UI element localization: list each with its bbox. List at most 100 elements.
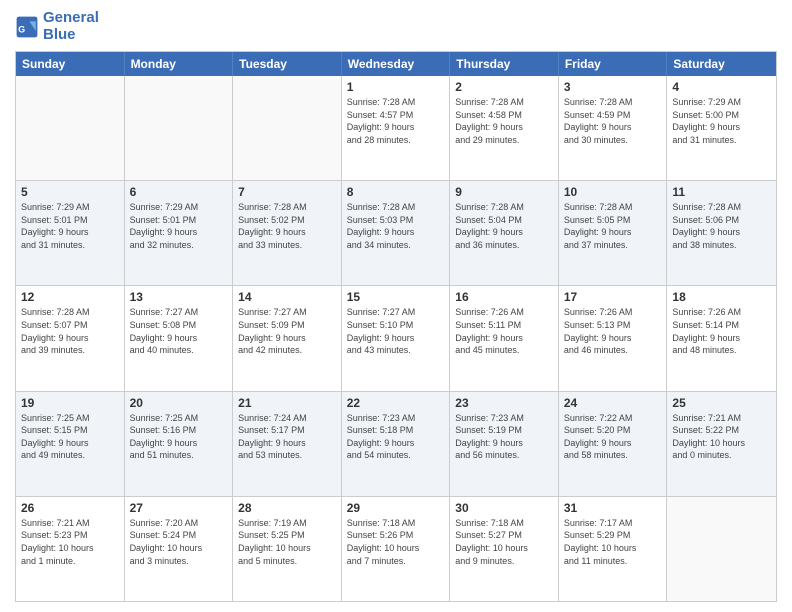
day-cell-24: 24Sunrise: 7:22 AM Sunset: 5:20 PM Dayli… <box>559 392 668 496</box>
day-header-tuesday: Tuesday <box>233 52 342 76</box>
day-cell-2: 2 Sunrise: 7:28 AM Sunset: 4:58 PM Daylig… <box>450 76 559 180</box>
day-cell-7: 7 Sunrise: 7:28 AM Sunset: 5:02 PM Daylig… <box>233 181 342 285</box>
day-cell-4: 4 Sunrise: 7:29 AM Sunset: 5:00 PM Daylig… <box>667 76 776 180</box>
day-cell-29: 29 Sunrise: 7:18 AM Sunset: 5:26 PM Dayli… <box>342 497 451 601</box>
day-info: Sunrise: 7:27 AM Sunset: 5:09 PM Dayligh… <box>238 306 336 356</box>
day-info: Sunrise: 7:26 AM Sunset: 5:14 PM Dayligh… <box>672 306 771 356</box>
day-info: Sunrise: 7:25 AM Sunset: 5:16 PM Dayligh… <box>130 412 228 462</box>
day-info: Sunrise: 7:21 AM Sunset: 5:22 PM Dayligh… <box>672 412 771 462</box>
day-number: 25 <box>672 396 771 410</box>
calendar-body: 1 Sunrise: 7:28 AM Sunset: 4:57 PM Daylig… <box>16 76 776 601</box>
day-number: 14 <box>238 290 336 304</box>
day-number: 29 <box>347 501 445 515</box>
day-number: 10 <box>564 185 662 199</box>
day-number: 26 <box>21 501 119 515</box>
day-cell-8: 8Sunrise: 7:28 AM Sunset: 5:03 PM Daylig… <box>342 181 451 285</box>
day-number: 4 <box>672 80 771 94</box>
week-row-3: 12 Sunrise: 7:28 AM Sunset: 5:07 PM Dayli… <box>16 285 776 390</box>
day-number: 18 <box>672 290 771 304</box>
day-number: 11 <box>672 185 771 199</box>
week-row-2: 5 Sunrise: 7:29 AM Sunset: 5:01 PM Daylig… <box>16 180 776 285</box>
day-cell-3: 3 Sunrise: 7:28 AM Sunset: 4:59 PM Daylig… <box>559 76 668 180</box>
day-header-thursday: Thursday <box>450 52 559 76</box>
day-number: 3 <box>564 80 662 94</box>
day-info: Sunrise: 7:25 AM Sunset: 5:15 PM Dayligh… <box>21 412 119 462</box>
day-cell-23: 23 Sunrise: 7:23 AM Sunset: 5:19 PM Dayli… <box>450 392 559 496</box>
day-cell-1: 1 Sunrise: 7:28 AM Sunset: 4:57 PM Daylig… <box>342 76 451 180</box>
day-number: 12 <box>21 290 119 304</box>
day-number: 23 <box>455 396 553 410</box>
day-info: Sunrise: 7:21 AM Sunset: 5:23 PM Dayligh… <box>21 517 119 567</box>
svg-text:G: G <box>18 24 25 34</box>
day-info: Sunrise: 7:24 AM Sunset: 5:17 PM Dayligh… <box>238 412 336 462</box>
day-info: Sunrise: 7:26 AM Sunset: 5:11 PM Dayligh… <box>455 306 553 356</box>
day-info: Sunrise: 7:28 AM Sunset: 5:04 PM Dayligh… <box>455 201 553 251</box>
header: G General Blue <box>15 10 777 43</box>
day-info: Sunrise: 7:23 AM Sunset: 5:19 PM Dayligh… <box>455 412 553 462</box>
calendar: SundayMondayTuesdayWednesdayThursdayFrid… <box>15 51 777 602</box>
day-info: Sunrise: 7:28 AM Sunset: 5:06 PM Dayligh… <box>672 201 771 251</box>
day-number: 21 <box>238 396 336 410</box>
day-header-saturday: Saturday <box>667 52 776 76</box>
day-cell-empty <box>16 76 125 180</box>
day-number: 16 <box>455 290 553 304</box>
day-cell-9: 9Sunrise: 7:28 AM Sunset: 5:04 PM Daylig… <box>450 181 559 285</box>
logo: G General Blue <box>15 10 99 43</box>
day-info: Sunrise: 7:19 AM Sunset: 5:25 PM Dayligh… <box>238 517 336 567</box>
day-info: Sunrise: 7:29 AM Sunset: 5:01 PM Dayligh… <box>21 201 119 251</box>
day-info: Sunrise: 7:28 AM Sunset: 4:57 PM Dayligh… <box>347 96 445 146</box>
day-cell-26: 26 Sunrise: 7:21 AM Sunset: 5:23 PM Dayli… <box>16 497 125 601</box>
day-cell-11: 11 Sunrise: 7:28 AM Sunset: 5:06 PM Dayli… <box>667 181 776 285</box>
day-headers: SundayMondayTuesdayWednesdayThursdayFrid… <box>16 52 776 76</box>
day-cell-20: 20Sunrise: 7:25 AM Sunset: 5:16 PM Dayli… <box>125 392 234 496</box>
day-cell-empty <box>125 76 234 180</box>
day-cell-28: 28Sunrise: 7:19 AM Sunset: 5:25 PM Dayli… <box>233 497 342 601</box>
day-cell-31: 31Sunrise: 7:17 AM Sunset: 5:29 PM Dayli… <box>559 497 668 601</box>
day-cell-empty <box>233 76 342 180</box>
day-info: Sunrise: 7:28 AM Sunset: 4:59 PM Dayligh… <box>564 96 662 146</box>
day-number: 24 <box>564 396 662 410</box>
day-cell-empty <box>667 497 776 601</box>
day-cell-18: 18 Sunrise: 7:26 AM Sunset: 5:14 PM Dayli… <box>667 286 776 390</box>
day-cell-22: 22Sunrise: 7:23 AM Sunset: 5:18 PM Dayli… <box>342 392 451 496</box>
day-info: Sunrise: 7:26 AM Sunset: 5:13 PM Dayligh… <box>564 306 662 356</box>
day-cell-27: 27Sunrise: 7:20 AM Sunset: 5:24 PM Dayli… <box>125 497 234 601</box>
logo-icon: G <box>15 15 39 39</box>
day-cell-16: 16 Sunrise: 7:26 AM Sunset: 5:11 PM Dayli… <box>450 286 559 390</box>
day-info: Sunrise: 7:18 AM Sunset: 5:26 PM Dayligh… <box>347 517 445 567</box>
day-cell-6: 6Sunrise: 7:29 AM Sunset: 5:01 PM Daylig… <box>125 181 234 285</box>
day-header-wednesday: Wednesday <box>342 52 451 76</box>
day-header-friday: Friday <box>559 52 668 76</box>
day-number: 30 <box>455 501 553 515</box>
day-info: Sunrise: 7:18 AM Sunset: 5:27 PM Dayligh… <box>455 517 553 567</box>
week-row-5: 26 Sunrise: 7:21 AM Sunset: 5:23 PM Dayli… <box>16 496 776 601</box>
day-number: 1 <box>347 80 445 94</box>
day-info: Sunrise: 7:28 AM Sunset: 5:07 PM Dayligh… <box>21 306 119 356</box>
day-cell-13: 13Sunrise: 7:27 AM Sunset: 5:08 PM Dayli… <box>125 286 234 390</box>
day-info: Sunrise: 7:29 AM Sunset: 5:00 PM Dayligh… <box>672 96 771 146</box>
day-info: Sunrise: 7:17 AM Sunset: 5:29 PM Dayligh… <box>564 517 662 567</box>
week-row-1: 1 Sunrise: 7:28 AM Sunset: 4:57 PM Daylig… <box>16 76 776 180</box>
day-number: 27 <box>130 501 228 515</box>
day-number: 15 <box>347 290 445 304</box>
day-number: 19 <box>21 396 119 410</box>
day-number: 13 <box>130 290 228 304</box>
day-cell-30: 30 Sunrise: 7:18 AM Sunset: 5:27 PM Dayli… <box>450 497 559 601</box>
day-number: 8 <box>347 185 445 199</box>
day-number: 5 <box>21 185 119 199</box>
day-header-sunday: Sunday <box>16 52 125 76</box>
day-info: Sunrise: 7:28 AM Sunset: 4:58 PM Dayligh… <box>455 96 553 146</box>
day-number: 7 <box>238 185 336 199</box>
day-cell-25: 25 Sunrise: 7:21 AM Sunset: 5:22 PM Dayli… <box>667 392 776 496</box>
week-row-4: 19 Sunrise: 7:25 AM Sunset: 5:15 PM Dayli… <box>16 391 776 496</box>
day-cell-12: 12 Sunrise: 7:28 AM Sunset: 5:07 PM Dayli… <box>16 286 125 390</box>
day-info: Sunrise: 7:29 AM Sunset: 5:01 PM Dayligh… <box>130 201 228 251</box>
day-info: Sunrise: 7:28 AM Sunset: 5:05 PM Dayligh… <box>564 201 662 251</box>
day-info: Sunrise: 7:27 AM Sunset: 5:10 PM Dayligh… <box>347 306 445 356</box>
day-cell-17: 17 Sunrise: 7:26 AM Sunset: 5:13 PM Dayli… <box>559 286 668 390</box>
day-number: 17 <box>564 290 662 304</box>
day-number: 2 <box>455 80 553 94</box>
day-info: Sunrise: 7:28 AM Sunset: 5:02 PM Dayligh… <box>238 201 336 251</box>
day-cell-5: 5 Sunrise: 7:29 AM Sunset: 5:01 PM Daylig… <box>16 181 125 285</box>
day-cell-10: 10 Sunrise: 7:28 AM Sunset: 5:05 PM Dayli… <box>559 181 668 285</box>
